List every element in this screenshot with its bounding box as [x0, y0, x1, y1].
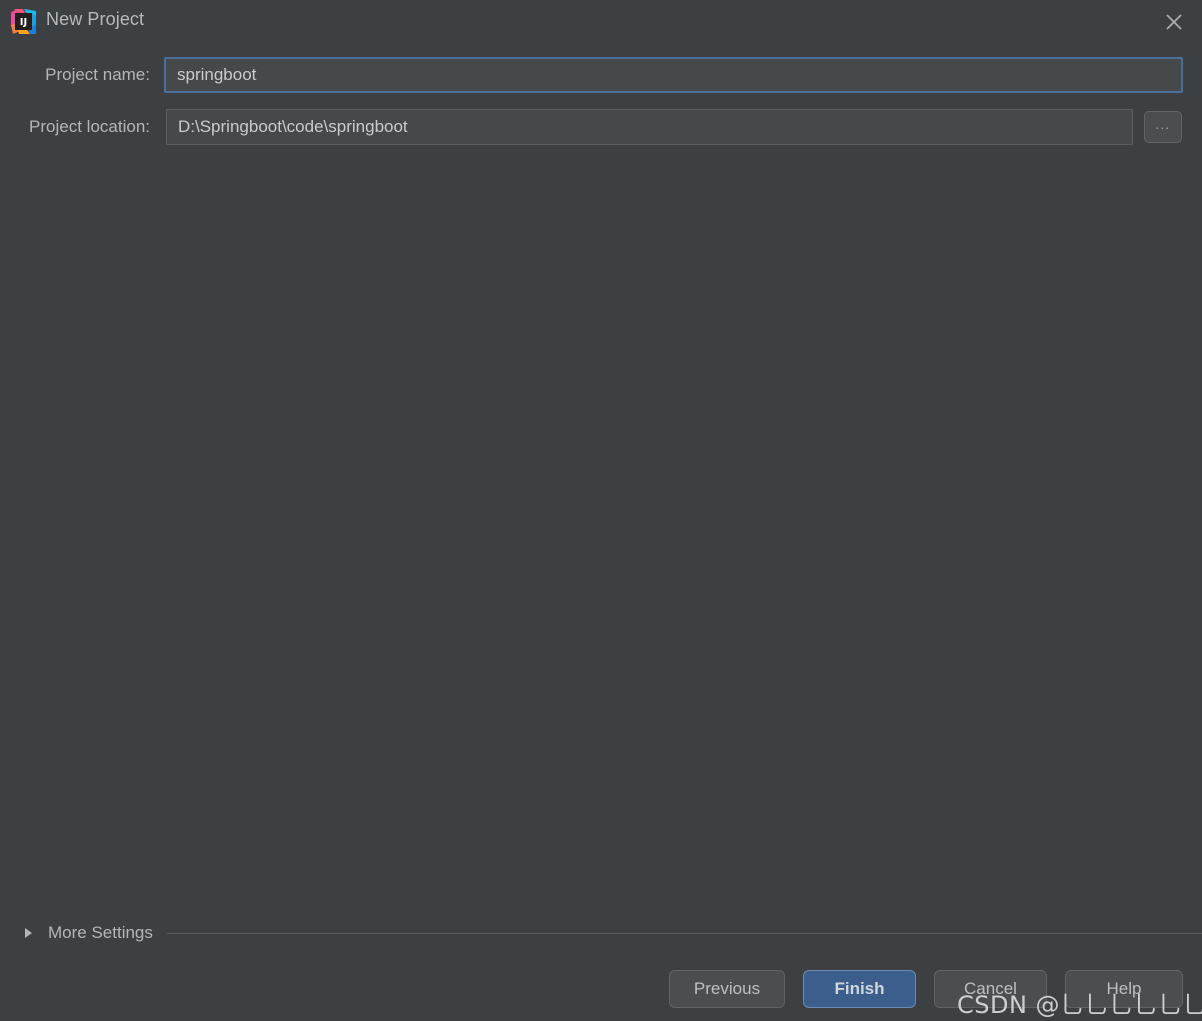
browse-location-button[interactable]: ... [1144, 111, 1182, 143]
dialog-button-bar: Previous Finish Cancel Help [0, 968, 1202, 1021]
ellipsis-icon: ... [1155, 116, 1171, 132]
svg-text:IJ: IJ [20, 17, 27, 28]
project-location-input[interactable]: D:\Springboot\code\springboot [166, 109, 1133, 145]
cancel-button[interactable]: Cancel [934, 970, 1047, 1008]
close-icon[interactable] [1146, 0, 1202, 44]
project-location-label: Project location: [29, 117, 150, 136]
triangle-right-icon [25, 928, 32, 938]
finish-button[interactable]: Finish [803, 970, 916, 1008]
previous-button[interactable]: Previous [669, 970, 785, 1008]
help-button[interactable]: Help [1065, 970, 1183, 1008]
more-settings-label: More Settings [48, 923, 153, 942]
new-project-dialog: IJ New Project Project name: springboot … [0, 0, 1202, 1021]
project-name-label: Project name: [45, 65, 150, 84]
more-settings-toggle[interactable]: More Settings [0, 920, 1202, 946]
more-settings-separator [166, 932, 1202, 934]
dialog-title: New Project [46, 9, 145, 29]
intellij-idea-icon: IJ [11, 9, 36, 34]
dialog-titlebar: IJ New Project [0, 0, 1202, 44]
project-name-input[interactable]: springboot [164, 57, 1183, 93]
